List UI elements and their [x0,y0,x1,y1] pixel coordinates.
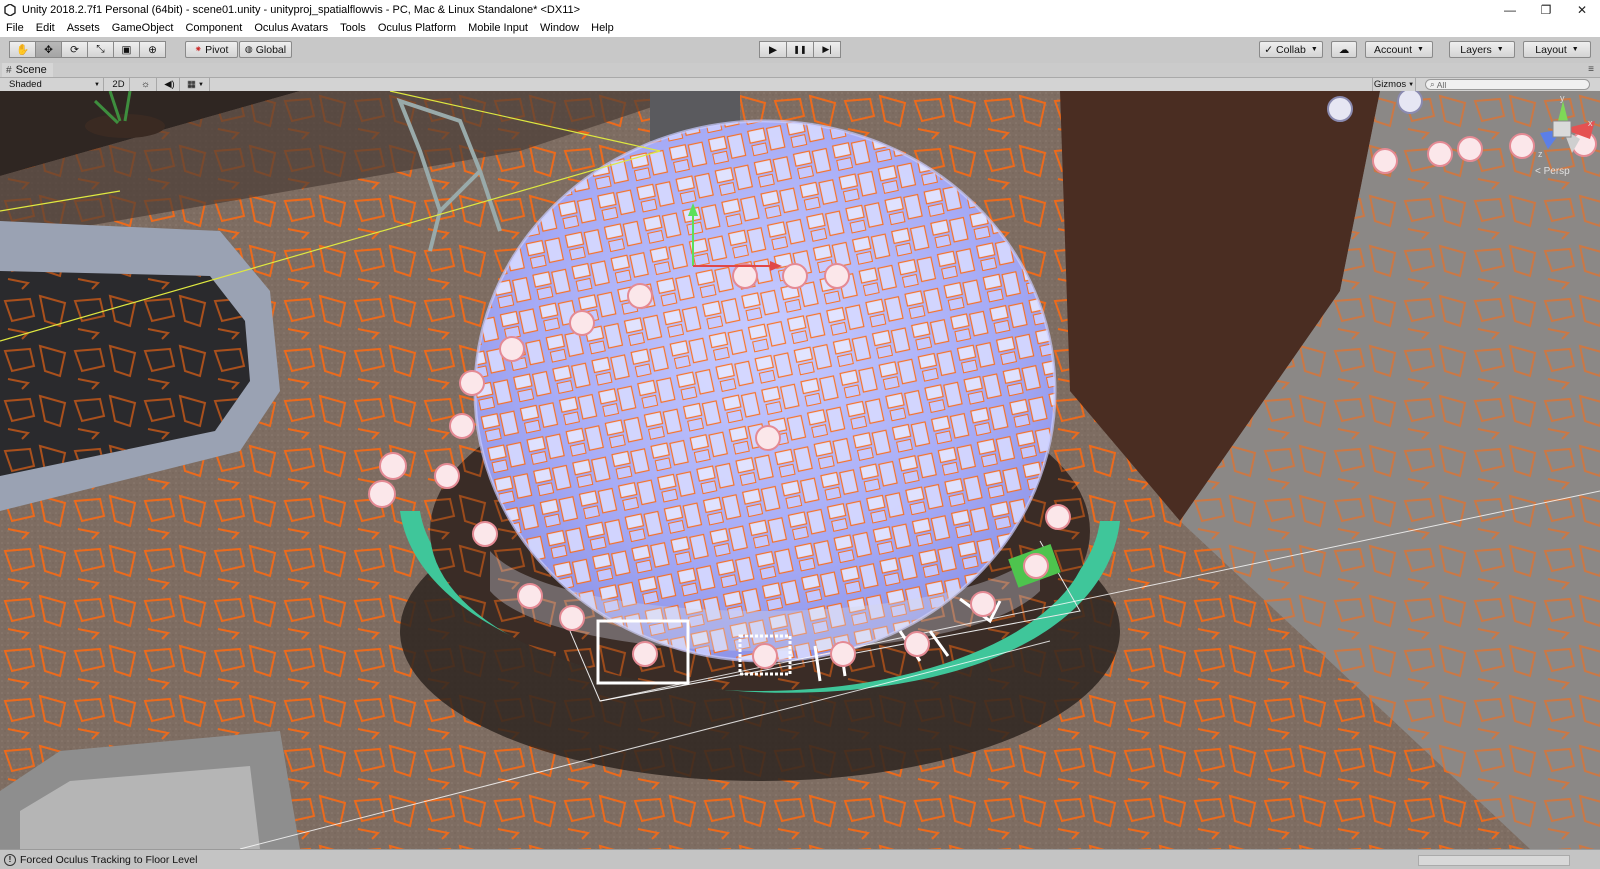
gizmos-dropdown[interactable]: Gizmos ▼ [1372,78,1416,91]
menu-component[interactable]: Component [179,22,248,34]
scale-icon: ⤡ [96,43,105,55]
speaker-icon: ◀) [164,79,175,90]
chevron-down-icon: ▼ [1310,46,1318,53]
transform-tool-button[interactable]: ⊕ [139,41,166,58]
window-title: Unity 2018.2.7f1 Personal (64bit) - scen… [22,3,581,16]
chevron-down-icon: ▼ [1417,46,1424,53]
window-controls: — ❐ ✕ [1492,0,1600,19]
move-icon: ✥ [44,43,53,56]
status-bar: ! Forced Oculus Tracking to Floor Level [0,849,1600,869]
menu-help[interactable]: Help [585,22,620,34]
search-placeholder: All [1436,79,1447,90]
lighting-toggle[interactable]: ☼ [135,78,157,91]
cloud-button[interactable]: ☁ [1331,41,1357,58]
menu-gameobject[interactable]: GameObject [106,22,180,34]
step-button[interactable]: ▶| [813,41,841,58]
shading-label: Shaded [9,79,42,90]
tab-menu-icon[interactable]: ≡ [1588,64,1594,75]
scene-tab-bar: # Scene ≡ [0,63,1600,78]
unity-logo-icon [4,3,16,16]
scene-render [0,91,1600,849]
hand-tool-button[interactable]: ✋ [9,41,36,58]
axis-z-label: z [1538,149,1543,159]
scene-toolbar: Shaded ▼ 2D ☼ ◀) ▦ ▼ Gizmos ▼ ⌕ All [0,78,1600,92]
menu-file[interactable]: File [0,22,30,34]
playback-controls: ▶ ❚❚ ▶| [759,41,841,58]
global-toggle[interactable]: ◍ Global [239,41,292,58]
collab-dropdown[interactable]: ✓ Collab ▼ [1259,41,1323,58]
sun-icon: ☼ [141,79,150,90]
chevron-down-icon: ▼ [94,81,100,88]
chevron-down-icon: ▼ [1571,46,1579,53]
layout-label: Layout [1535,43,1567,56]
scene-tab[interactable]: # Scene [2,63,53,77]
layout-dropdown[interactable]: Layout ▼ [1523,41,1591,58]
rect-icon: ▣ [121,43,132,56]
menu-assets[interactable]: Assets [61,22,106,34]
pause-button[interactable]: ❚❚ [786,41,814,58]
collab-label: Collab [1276,43,1306,56]
2d-toggle[interactable]: 2D [108,78,130,91]
effects-dropdown[interactable]: ▦ ▼ [182,78,210,91]
gizmos-label: Gizmos [1373,79,1407,90]
cloud-icon: ☁ [1338,43,1350,56]
rotate-tool-button[interactable]: ⟳ [61,41,88,58]
progress-bar [1418,855,1570,866]
close-button[interactable]: ✕ [1564,0,1600,19]
menu-tools[interactable]: Tools [334,22,372,34]
pause-icon: ❚❚ [793,45,807,54]
pivot-label: Pivot [205,43,229,56]
menu-edit[interactable]: Edit [30,22,61,34]
check-icon: ✓ [1264,43,1274,56]
menu-oculus-avatars[interactable]: Oculus Avatars [248,22,334,34]
2d-label: 2D [112,79,125,90]
move-tool-button[interactable]: ✥ [35,41,62,58]
hand-icon: ✋ [15,44,30,56]
scene-tab-label: Scene [15,64,47,76]
chevron-down-icon: ▼ [1408,81,1415,88]
perspective-label[interactable]: < Persp [1535,166,1570,177]
pivot-toggle[interactable]: ⁕ Pivot [185,41,238,58]
status-message[interactable]: Forced Oculus Tracking to Floor Level [20,854,197,866]
pivot-icon: ⁕ [194,44,203,54]
play-button[interactable]: ▶ [759,41,787,58]
audio-toggle[interactable]: ◀) [160,78,180,91]
layers-dropdown[interactable]: Layers ▼ [1449,41,1515,58]
menu-oculus-platform[interactable]: Oculus Platform [372,22,462,34]
menu-mobile-input[interactable]: Mobile Input [462,22,534,34]
menu-bar: File Edit Assets GameObject Component Oc… [0,19,1600,37]
account-label: Account [1374,43,1412,56]
menu-window[interactable]: Window [534,22,585,34]
main-toolbar: ✋ ✥ ⟳ ⤡ ▣ ⊕ ⁕ Pivot ◍ Global ▶ ❚❚ ▶| ✓ C… [0,37,1600,64]
account-dropdown[interactable]: Account ▼ [1365,41,1433,58]
restore-button[interactable]: ❐ [1528,0,1564,19]
globe-icon: ◍ [244,44,253,54]
axis-x-label: x [1588,118,1593,128]
minimize-button[interactable]: — [1492,0,1528,19]
search-icon: ⌕ [1430,79,1435,89]
transform-tools: ✋ ✥ ⟳ ⤡ ▣ ⊕ [9,41,166,58]
layers-label: Layers [1460,43,1492,56]
chevron-down-icon: ▼ [198,81,204,88]
axis-y-label: y [1560,93,1565,103]
scene-grid-icon: # [6,64,12,76]
transform-icon: ⊕ [148,43,157,56]
chevron-down-icon: ▼ [1496,46,1504,53]
rect-tool-button[interactable]: ▣ [113,41,140,58]
scene-viewport[interactable]: y x z < Persp [0,91,1600,849]
step-icon: ▶| [822,44,832,54]
rotate-icon: ⟳ [70,43,79,56]
global-label: Global [255,43,287,56]
play-icon: ▶ [768,43,778,56]
image-icon: ▦ [187,79,197,90]
scale-tool-button[interactable]: ⤡ [87,41,114,58]
info-icon: ! [4,853,16,866]
shading-mode-dropdown[interactable]: Shaded ▼ [0,78,104,91]
title-bar: Unity 2018.2.7f1 Personal (64bit) - scen… [0,0,1600,19]
scene-search-input[interactable]: ⌕ All [1425,79,1590,90]
